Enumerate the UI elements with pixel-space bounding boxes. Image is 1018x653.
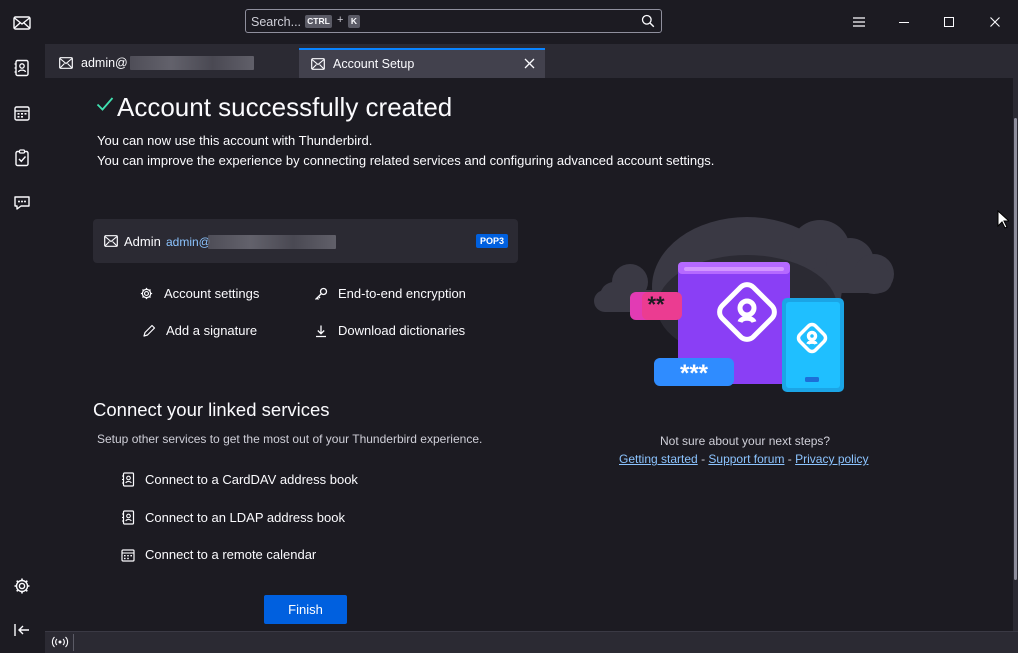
help-links: Getting started - Support forum - Privac… <box>619 452 869 466</box>
global-search-input[interactable]: Search... CTRL + K <box>245 9 662 33</box>
tasks-icon[interactable] <box>8 144 36 172</box>
mouse-cursor-icon <box>997 210 1009 229</box>
e2e-encryption-link[interactable]: End-to-end encryption <box>314 286 466 301</box>
help-separator: - <box>701 452 706 466</box>
calendar-small-icon <box>121 548 135 562</box>
tab-bar: admin@ Account Setup <box>45 44 1018 78</box>
scrollbar-thumb[interactable] <box>1014 118 1017 580</box>
tab-mail[interactable]: admin@ <box>47 48 295 78</box>
privacy-policy-link[interactable]: Privacy policy <box>795 452 868 466</box>
support-forum-link[interactable]: Support forum <box>708 452 784 466</box>
tab-mail-label: admin@ <box>81 56 128 70</box>
k-key-badge: K <box>348 15 360 28</box>
search-icon[interactable] <box>641 14 655 28</box>
address-book-small-icon <box>121 472 135 487</box>
svg-text:**: ** <box>647 292 665 317</box>
online-status-icon[interactable] <box>51 636 69 648</box>
page-title: Account successfully created <box>117 92 453 122</box>
tab-account-setup[interactable]: Account Setup <box>299 48 545 78</box>
account-email: admin@ <box>166 235 211 249</box>
getting-started-link[interactable]: Getting started <box>619 452 698 466</box>
account-name: Admin <box>124 234 161 249</box>
connect-ldap-link[interactable]: Connect to an LDAP address book <box>121 510 345 525</box>
close-window-icon[interactable] <box>984 11 1006 33</box>
svg-text:***: *** <box>680 360 709 387</box>
linked-services-heading: Connect your linked services <box>93 399 330 420</box>
intro-line-1: You can now use this account with Thunde… <box>97 133 373 148</box>
linked-services-description: Setup other services to get the most out… <box>97 432 483 446</box>
password-pill-blue: *** <box>654 358 734 387</box>
download-dictionaries-link[interactable]: Download dictionaries <box>314 323 465 338</box>
search-placeholder: Search... <box>251 15 302 29</box>
ctrl-key-badge: CTRL <box>305 15 332 28</box>
pencil-icon <box>142 324 156 338</box>
address-book-small-icon <box>121 510 135 525</box>
mail-tab-icon <box>59 57 73 69</box>
gear-icon <box>139 286 154 301</box>
phone-graphic <box>782 298 844 392</box>
account-illustration: ** *** <box>594 217 894 392</box>
connect-ldap-label: Connect to an LDAP address book <box>145 510 345 525</box>
password-pill-pink: ** <box>630 292 682 320</box>
download-dictionaries-label: Download dictionaries <box>338 323 466 338</box>
settings-gear-icon[interactable] <box>8 572 36 600</box>
close-tab-icon[interactable] <box>524 58 535 69</box>
account-settings-label: Account settings <box>164 286 260 301</box>
maximize-icon[interactable] <box>938 11 960 33</box>
connect-calendar-link[interactable]: Connect to a remote calendar <box>121 547 316 562</box>
add-signature-label: Add a signature <box>166 323 258 338</box>
spaces-toolbar <box>0 0 46 653</box>
add-signature-link[interactable]: Add a signature <box>142 323 257 338</box>
mail-setup-tab-icon <box>311 58 325 70</box>
minimize-icon[interactable] <box>893 11 915 33</box>
help-separator: - <box>787 452 792 466</box>
status-bar <box>45 631 1018 653</box>
account-settings-link[interactable]: Account settings <box>139 286 259 301</box>
chat-icon[interactable] <box>8 189 36 217</box>
calendar-icon[interactable] <box>8 99 36 127</box>
success-check-icon <box>96 96 114 112</box>
intro-line-2: You can improve the experience by connec… <box>97 153 715 168</box>
e2e-encryption-label: End-to-end encryption <box>338 286 466 301</box>
connect-carddav-label: Connect to a CardDAV address book <box>145 472 358 487</box>
mail-icon[interactable] <box>8 9 36 37</box>
status-divider <box>73 634 74 651</box>
app-menu-icon[interactable] <box>848 11 870 33</box>
address-book-icon[interactable] <box>8 54 36 82</box>
connect-calendar-label: Connect to a remote calendar <box>145 547 317 562</box>
tab-account-setup-label: Account Setup <box>333 57 415 71</box>
finish-button[interactable]: Finish <box>264 595 347 624</box>
plus-sign: + <box>337 14 344 26</box>
redacted-email <box>129 56 254 70</box>
account-card: Admin admin@ POP3 <box>93 219 518 263</box>
redacted-account-email <box>208 235 336 249</box>
collapse-toolbar-icon[interactable] <box>8 616 36 644</box>
key-icon <box>314 287 328 301</box>
download-icon <box>314 324 328 338</box>
account-mail-icon <box>104 235 118 247</box>
help-question: Not sure about your next steps? <box>660 434 831 448</box>
protocol-badge: POP3 <box>475 234 508 248</box>
connect-carddav-link[interactable]: Connect to a CardDAV address book <box>121 472 358 487</box>
